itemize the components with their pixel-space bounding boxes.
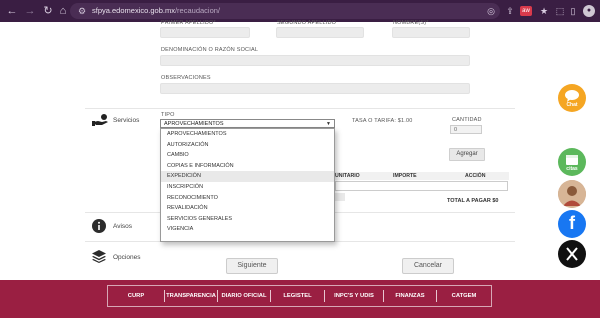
layers-icon: [92, 250, 106, 263]
address-bar[interactable]: ⚙ sfpya.edomexico.gob.mx/recaudacion/: [70, 3, 500, 19]
col-unitario: UNITARIO: [335, 173, 360, 179]
second-surname-label: SEGUNDO APELLIDO: [277, 20, 337, 26]
siguiente-button[interactable]: Siguiente: [226, 258, 278, 274]
tipo-dropdown-list[interactable]: APROVECHAMIENTOS AUTORIZACIÓN CAMBIO COP…: [160, 128, 335, 242]
observations-input[interactable]: [160, 83, 470, 94]
hide-icon[interactable]: ◎: [484, 3, 498, 19]
site-info-icon[interactable]: ⚙: [78, 3, 86, 19]
tasa-label: TASA O TARIFA: $1.00: [352, 118, 413, 124]
extensions-icon[interactable]: ⬚: [553, 3, 567, 19]
dropdown-option[interactable]: VIGENCIA: [161, 224, 334, 235]
dropdown-option[interactable]: COPIAS E INFORMACIÓN: [161, 161, 334, 172]
reload-icon[interactable]: ↻: [40, 3, 56, 19]
citas-button[interactable]: citas: [558, 148, 586, 176]
footer-link-catgem[interactable]: CATGEM: [437, 286, 491, 306]
observations-label: OBSERVACIONES: [161, 75, 211, 81]
hand-coin-icon: [92, 114, 108, 126]
citas-label: citas: [566, 166, 578, 172]
x-logo-icon: [566, 247, 578, 261]
dropdown-option[interactable]: APROVECHAMIENTOS: [161, 129, 334, 140]
tipo-label: TIPO: [161, 112, 175, 118]
footer-link-transparencia[interactable]: TRANSPARENCIA: [165, 286, 217, 306]
total-label: TOTAL A PAGAR $0: [447, 198, 499, 204]
bookmark-star-icon[interactable]: ★: [537, 3, 551, 19]
profile-avatar[interactable]: ●: [583, 5, 595, 17]
first-surname-label: PRIMER APELLIDO*: [161, 20, 216, 26]
footer-link-finanzas[interactable]: FINANZAS: [384, 286, 436, 306]
cancelar-button[interactable]: Cancelar: [402, 258, 454, 274]
dropdown-option[interactable]: CAMBIO: [161, 150, 334, 161]
dropdown-option[interactable]: SERVICIOS GENERALES: [161, 214, 334, 225]
business-name-label: DENOMINACIÓN O RAZÓN SOCIAL: [161, 47, 259, 53]
first-surname-input[interactable]: [160, 27, 250, 38]
chat-button[interactable]: Chat: [558, 84, 586, 112]
url-path: /recaudacion/: [174, 6, 220, 15]
names-input[interactable]: [392, 27, 470, 38]
avisos-label: Avisos: [113, 223, 133, 230]
opciones-label: Opciones: [113, 254, 141, 261]
back-arrow-icon[interactable]: ←: [4, 3, 20, 19]
business-name-input[interactable]: [160, 55, 470, 66]
footer-link-curp[interactable]: CURP: [108, 286, 164, 306]
tipo-selected-value: APROVECHAMIENTOS: [164, 121, 224, 127]
info-icon: [92, 219, 106, 233]
cantidad-label: CANTIDAD: [452, 117, 482, 123]
footer-link-legistel[interactable]: LEGISTEL: [271, 286, 324, 306]
footer-nav: CURP TRANSPARENCIA DIARIO OFICIAL LEGIST…: [107, 285, 492, 307]
dropdown-option-highlighted[interactable]: EXPEDICIÓN: [161, 171, 334, 182]
footer-link-inpcs-udis[interactable]: INPC'S Y UDIS: [325, 286, 383, 306]
x-social-button[interactable]: [558, 240, 586, 268]
dropdown-option[interactable]: RECONOCIMIENTO: [161, 193, 334, 204]
browser-toolbar: ← → ↻ ⌂ ⚙ sfpya.edomexico.gob.mx/recauda…: [0, 0, 600, 22]
share-icon[interactable]: ⇪: [503, 3, 517, 19]
facebook-icon: f: [569, 213, 575, 233]
chat-label: Chat: [566, 102, 578, 108]
second-surname-input[interactable]: [276, 27, 364, 38]
services-table-header: UNITARIO IMPORTE ACCIÓN: [335, 172, 509, 180]
table-footer-cell: [335, 193, 345, 201]
url-host: sfpya.edomexico.gob.mx: [92, 6, 175, 15]
extension-badge[interactable]: aw: [520, 6, 532, 16]
forward-arrow-icon[interactable]: →: [22, 3, 38, 19]
dropdown-option[interactable]: AUTORIZACIÓN: [161, 140, 334, 151]
servicios-label: Servicios: [113, 117, 140, 124]
profile-photo-button[interactable]: [558, 180, 586, 208]
agregar-button[interactable]: Agregar: [449, 148, 485, 161]
services-table-row: [335, 181, 508, 191]
col-accion: ACCIÓN: [465, 173, 486, 179]
col-importe: IMPORTE: [393, 173, 417, 179]
facebook-button[interactable]: f: [558, 210, 586, 238]
section-divider: [85, 108, 515, 109]
names-label: NOMBRE(S)*: [393, 20, 429, 26]
home-icon[interactable]: ⌂: [55, 3, 71, 19]
sidebar-icon[interactable]: ▯: [566, 3, 580, 19]
tipo-select[interactable]: APROVECHAMIENTOS ▼: [160, 119, 335, 128]
footer-link-diario-oficial[interactable]: DIARIO OFICIAL: [218, 286, 270, 306]
cantidad-input[interactable]: 0: [450, 125, 482, 134]
dropdown-option[interactable]: REVALIDACIÓN: [161, 203, 334, 214]
dropdown-option[interactable]: INSCRIPCIÓN: [161, 182, 334, 193]
person-photo-icon: [558, 180, 586, 208]
